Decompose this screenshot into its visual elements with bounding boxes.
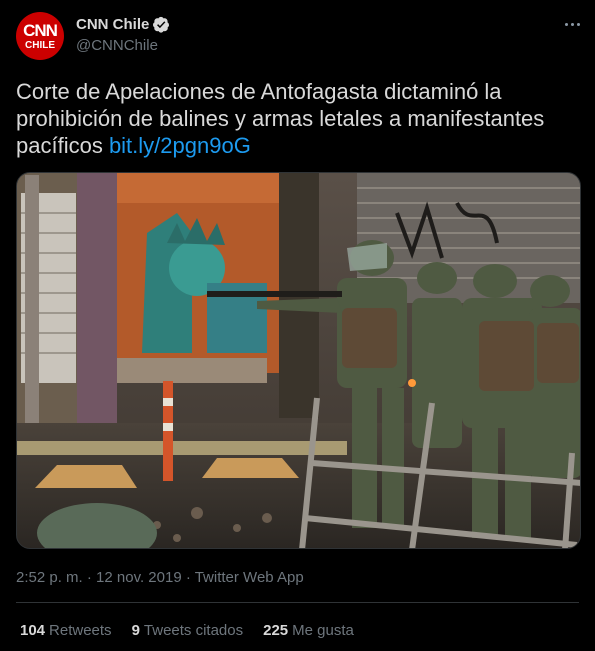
tweet-photo[interactable] (16, 172, 581, 549)
quote-tweets-count: 9 (131, 622, 140, 639)
divider (16, 602, 579, 603)
author-display-name-row[interactable]: CNN Chile (76, 16, 170, 33)
tweet-body: Corte de Apelaciones de Antofagasta dict… (16, 79, 545, 158)
retweets-label: Retweets (49, 622, 112, 639)
likes-label: Me gusta (292, 622, 354, 639)
likes-count: 225 (263, 622, 289, 639)
quote-tweets-label: Tweets citados (143, 622, 244, 639)
more-options-icon (564, 22, 568, 26)
retweets-stat[interactable]: 104 Retweets (20, 622, 112, 639)
more-options-button[interactable] (558, 12, 586, 36)
avatar-logo-subtext: CHILE (25, 39, 55, 51)
tweet-stats: 104 Retweets 9 Tweets citados 225 Me gusta (20, 622, 354, 639)
verified-badge-icon (153, 16, 170, 33)
author-display-name[interactable]: CNN Chile (76, 16, 149, 33)
tweet-text: Corte de Apelaciones de Antofagasta dict… (16, 78, 576, 159)
author-names: CNN Chile @CNNChile (76, 16, 170, 54)
tweet-timestamp-source[interactable]: 2:52 p. m. · 12 nov. 2019 · Twitter Web … (16, 569, 304, 586)
likes-stat[interactable]: 225 Me gusta (263, 622, 354, 639)
author-handle[interactable]: @CNNChile (76, 37, 170, 54)
tweet-link[interactable]: bit.ly/2pgn9oG (109, 133, 251, 158)
retweets-count: 104 (20, 622, 46, 639)
photo-riot-police-icon (17, 173, 580, 548)
tweet-detail: CNN CHILE CNN Chile @CNNChile Corte de A… (0, 0, 595, 651)
avatar-logo-text: CNN (23, 20, 58, 40)
avatar[interactable]: CNN CHILE (16, 12, 64, 60)
quote-tweets-stat[interactable]: 9 Tweets citados (132, 622, 244, 639)
